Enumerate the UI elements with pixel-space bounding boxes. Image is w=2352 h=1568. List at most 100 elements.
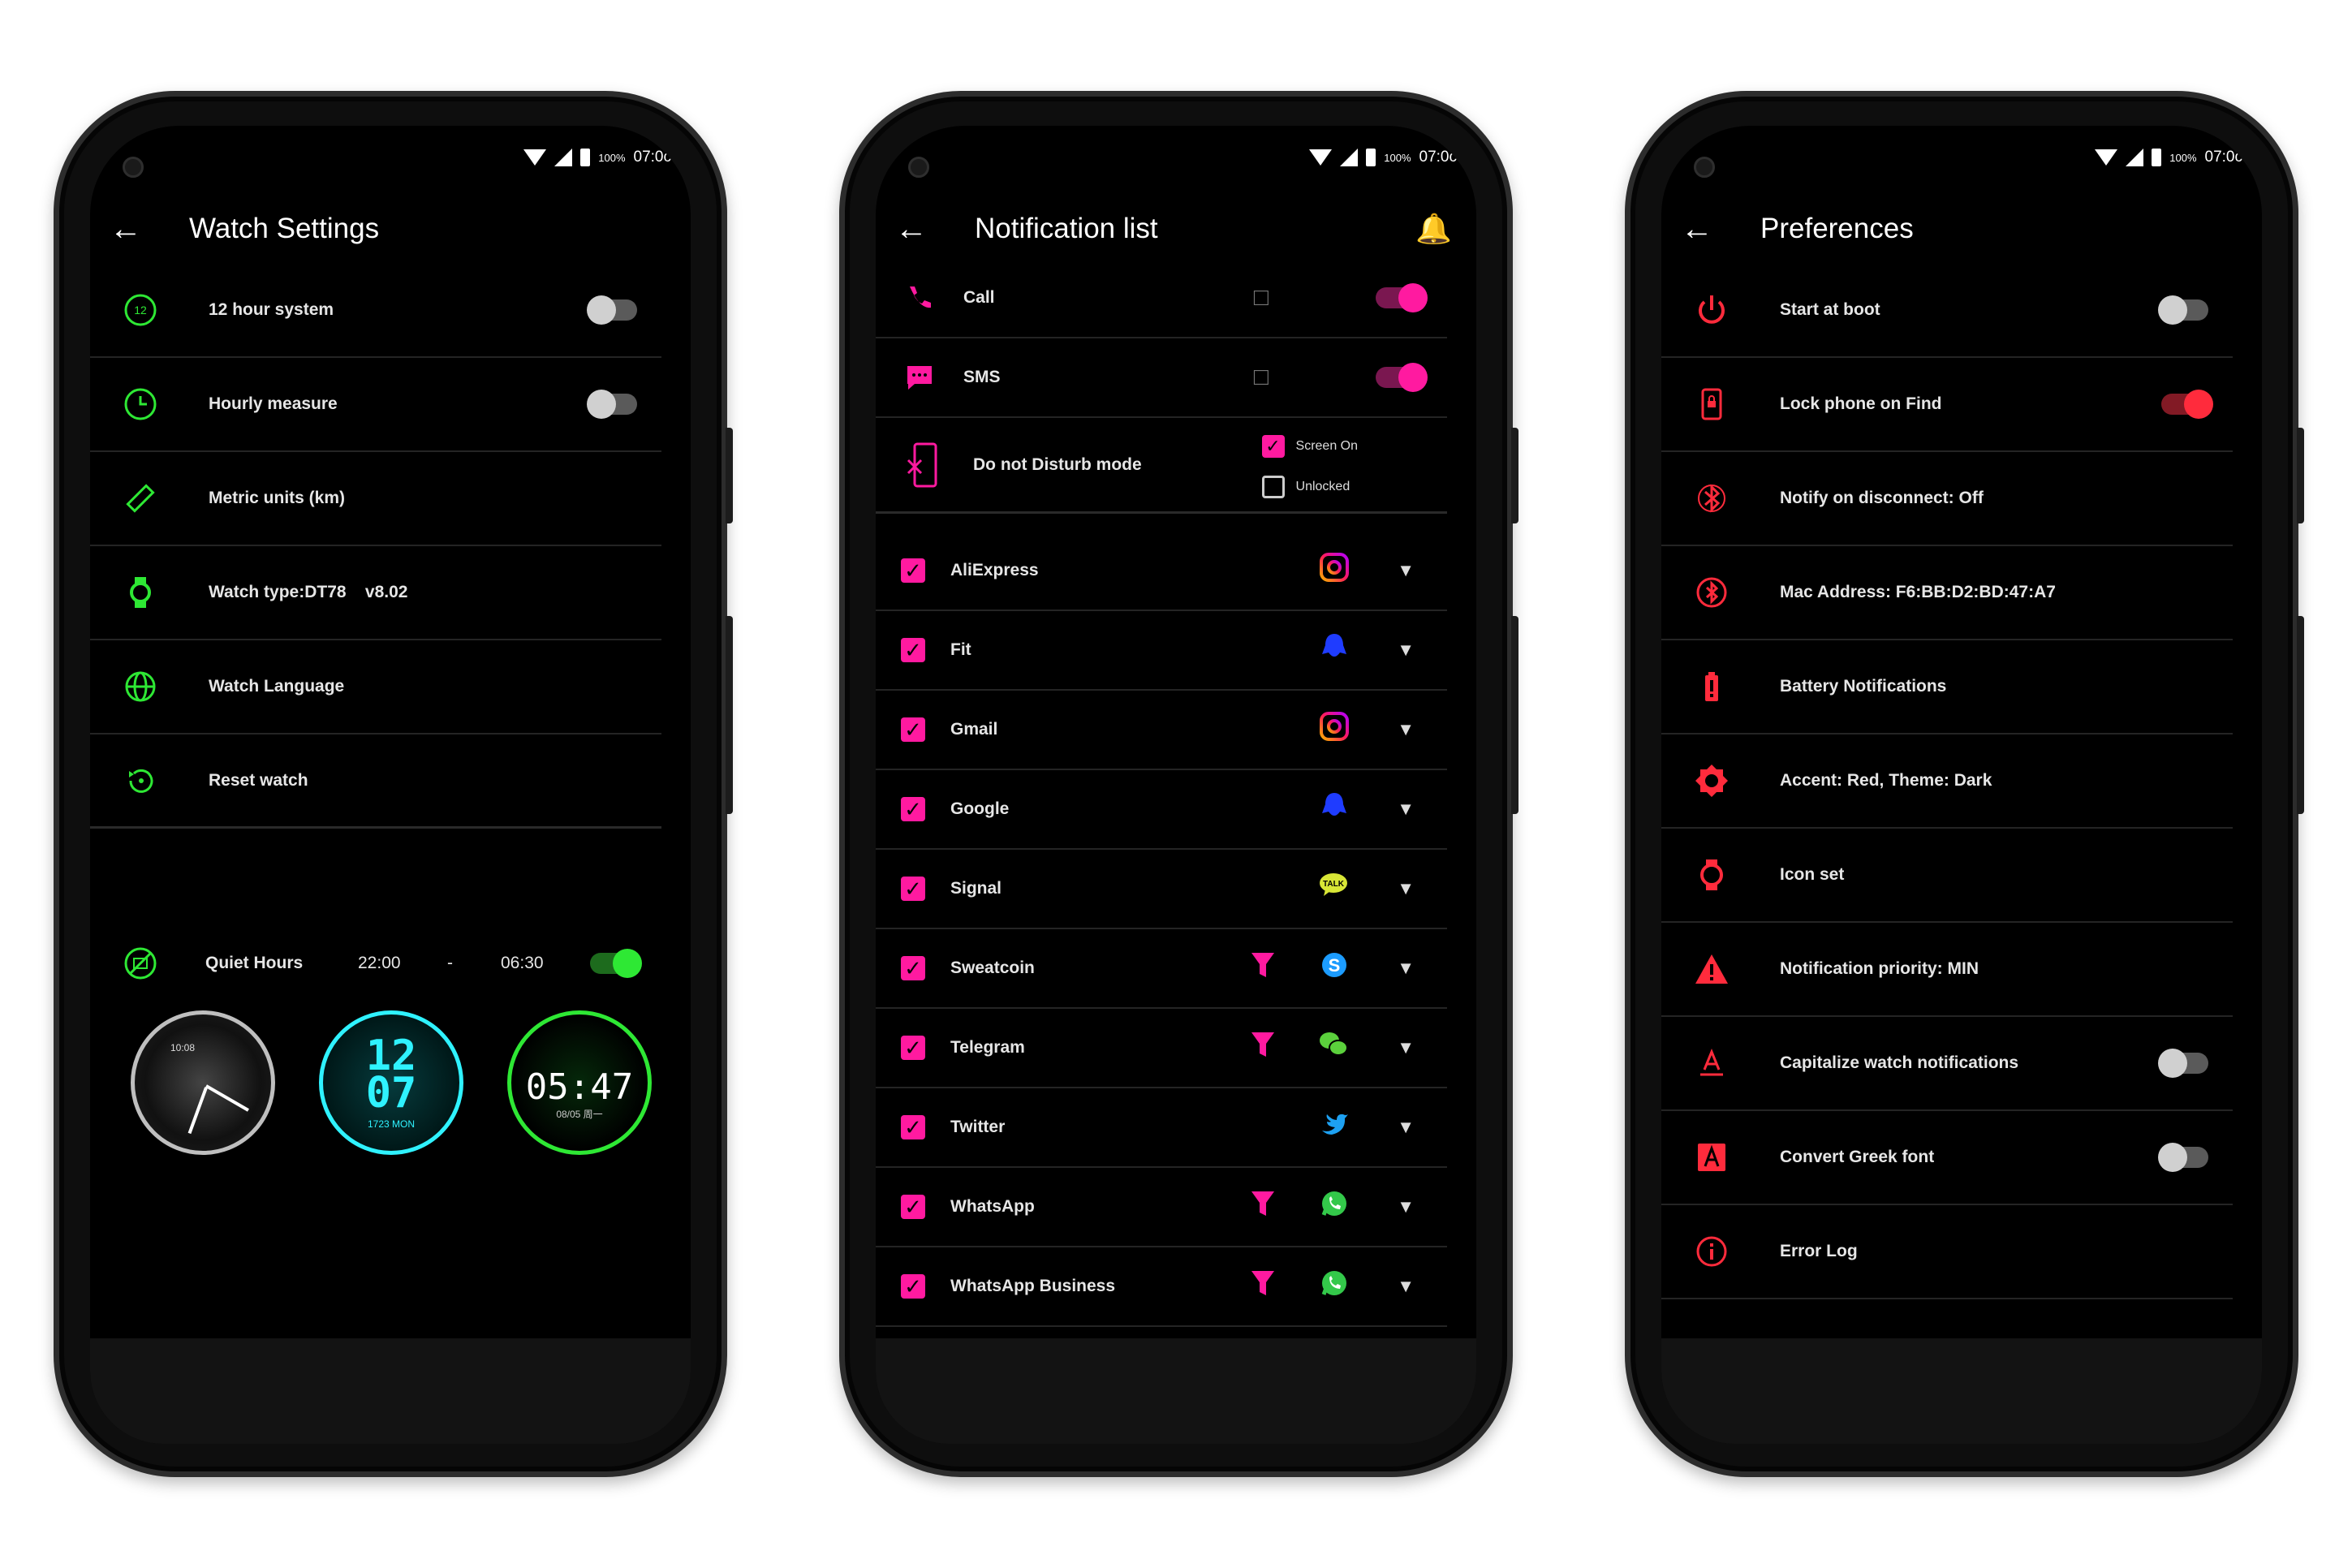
whatsapp-icon[interactable]	[1319, 1268, 1350, 1306]
call-row[interactable]: Call □	[876, 259, 1447, 338]
quiet-hours-toggle[interactable]	[590, 949, 642, 978]
preference-row[interactable]: Notification priority: MIN	[1661, 923, 2233, 1017]
preference-toggle[interactable]	[2158, 1143, 2208, 1172]
app-row[interactable]: ✓ WhatsApp ▼	[876, 1168, 1447, 1247]
app-row[interactable]: ✓ WhatsApp Business ▼	[876, 1247, 1447, 1327]
signal-icon	[1340, 149, 1359, 166]
app-row[interactable]: ✓ Signal TALK ▼	[876, 850, 1447, 929]
setting-reset-watch[interactable]: Reset watch	[90, 734, 661, 829]
setting-hourly-measure[interactable]: Hourly measure	[90, 358, 661, 452]
chevron-down-icon[interactable]: ▼	[1397, 1117, 1415, 1138]
chevron-down-icon[interactable]: ▼	[1397, 878, 1415, 899]
watch-face-analog[interactable]: 10:08	[131, 1010, 275, 1155]
whatsapp-icon[interactable]	[1319, 1188, 1350, 1226]
app-row[interactable]: ✓ Gmail ▼	[876, 691, 1447, 770]
ghost-icon[interactable]	[1319, 790, 1350, 829]
phone-off-icon[interactable]: □	[1254, 364, 1269, 391]
dnd-unlocked-option[interactable]: Unlocked	[1261, 467, 1358, 507]
preference-row[interactable]: Battery Notifications	[1661, 640, 2233, 734]
back-arrow-icon[interactable]: ←	[879, 211, 944, 248]
wechat-icon[interactable]	[1317, 1029, 1350, 1067]
chevron-down-icon[interactable]: ▼	[1397, 560, 1415, 581]
app-bar: ← Preferences	[1661, 199, 2262, 259]
filter-icon[interactable]	[1251, 1190, 1275, 1225]
preference-toggle[interactable]	[2158, 1049, 2208, 1078]
filter-icon[interactable]	[1251, 1269, 1275, 1304]
app-row[interactable]: ✓ Telegram ▼	[876, 1009, 1447, 1088]
preference-row[interactable]: Capitalize watch notifications	[1661, 1017, 2233, 1111]
dnd-label: Do not Disturb mode	[973, 454, 1142, 474]
preference-row[interactable]: Accent: Red, Theme: Dark	[1661, 734, 2233, 829]
checkbox-checked[interactable]: ✓	[901, 1274, 925, 1299]
12-hour-toggle[interactable]	[587, 295, 637, 325]
preference-row[interactable]: Start at boot	[1661, 264, 2233, 358]
twitter-icon[interactable]	[1319, 1109, 1350, 1147]
app-row[interactable]: ✓ Twitter ▼	[876, 1088, 1447, 1168]
quiet-hours-row[interactable]: Quiet Hours 22:00 - 06:30	[90, 931, 661, 996]
checkbox-checked[interactable]: ✓	[901, 638, 925, 662]
battery-percent: 100%	[598, 151, 626, 164]
watch-face-digital-cyan[interactable]: 12 07 1723 MON	[319, 1010, 463, 1155]
chevron-down-icon[interactable]: ▼	[1397, 958, 1415, 979]
signal-icon	[2126, 149, 2144, 166]
chevron-down-icon[interactable]: ▼	[1397, 1037, 1415, 1058]
preference-row[interactable]: Convert Greek font	[1661, 1111, 2233, 1205]
setting-watch-language[interactable]: Watch Language	[90, 640, 661, 734]
chevron-down-icon[interactable]: ▼	[1397, 719, 1415, 740]
setting-watch-type[interactable]: Watch type:DT78 v8.02	[90, 546, 661, 640]
preference-row[interactable]: Lock phone on Find	[1661, 358, 2233, 452]
volume-button	[726, 428, 733, 523]
filter-icon[interactable]	[1251, 1031, 1275, 1066]
dnd-row[interactable]: Do not Disturb mode ✓ Screen On Unlocked	[876, 418, 1447, 514]
sms-row[interactable]: SMS □	[876, 338, 1447, 418]
preferences-list: Start at boot Lock phone on Find Notify on…	[1661, 264, 2262, 1394]
bell-icon[interactable]: 🔔	[1415, 212, 1452, 246]
checkbox-checked[interactable]: ✓	[901, 558, 925, 583]
app-row[interactable]: ✓ Fit ▼	[876, 611, 1447, 691]
phone-off-icon[interactable]: □	[1254, 284, 1269, 312]
checkbox-checked[interactable]: ✓	[901, 1036, 925, 1060]
preference-row[interactable]: Icon set	[1661, 829, 2233, 923]
chevron-down-icon[interactable]: ▼	[1397, 799, 1415, 820]
watch-face-digital-green[interactable]: 05:47 08/05 周一	[507, 1010, 652, 1155]
app-checkbox-wrap: ✓	[876, 558, 950, 583]
back-arrow-icon[interactable]: ←	[93, 211, 158, 248]
checkbox-checked[interactable]: ✓	[901, 717, 925, 742]
chevron-down-icon[interactable]: ▼	[1397, 1276, 1415, 1297]
chevron-down-icon[interactable]: ▼	[1397, 640, 1415, 661]
sms-toggle[interactable]	[1376, 363, 1428, 392]
call-toggle[interactable]	[1376, 283, 1428, 312]
globe-icon	[90, 669, 191, 704]
ghost-icon[interactable]	[1319, 631, 1350, 670]
filter-icon[interactable]	[1251, 951, 1275, 986]
checkbox-unchecked[interactable]	[1261, 476, 1285, 498]
checkbox-checked[interactable]: ✓	[901, 877, 925, 901]
instagram-icon[interactable]	[1319, 552, 1350, 590]
back-arrow-icon[interactable]: ←	[1665, 211, 1730, 248]
app-row[interactable]: ✓ AliExpress ▼	[876, 532, 1447, 611]
preference-toggle[interactable]	[2158, 295, 2208, 325]
preference-toggle[interactable]	[2161, 390, 2213, 419]
checkbox-checked[interactable]: ✓	[901, 956, 925, 980]
preference-row[interactable]: Notify on disconnect: Off	[1661, 452, 2233, 546]
checkbox-checked[interactable]: ✓	[901, 797, 925, 821]
setting-12-hour[interactable]: 12 12 hour system	[90, 264, 661, 358]
instagram-icon[interactable]	[1319, 711, 1350, 749]
app-row[interactable]: ✓ Sweatcoin S ▼	[876, 929, 1447, 1009]
app-bar: ← Notification list 🔔	[876, 199, 1476, 259]
hourly-measure-toggle[interactable]	[587, 390, 637, 419]
checkbox-checked[interactable]: ✓	[1261, 435, 1285, 458]
talk-icon[interactable]: TALK	[1317, 870, 1350, 908]
app-row[interactable]: ✓ Google ▼	[876, 770, 1447, 850]
skype-icon[interactable]: S	[1319, 950, 1350, 988]
quiet-end-time[interactable]: 06:30	[501, 954, 544, 973]
preference-row[interactable]: Error Log	[1661, 1205, 2233, 1299]
chevron-down-icon[interactable]: ▼	[1397, 1196, 1415, 1217]
dnd-screen-on-option[interactable]: ✓ Screen On	[1261, 426, 1358, 467]
setting-metric-units[interactable]: Metric units (km)	[90, 452, 661, 546]
checkbox-checked[interactable]: ✓	[901, 1195, 925, 1219]
hour-hand	[187, 1087, 208, 1135]
quiet-start-time[interactable]: 22:00	[358, 954, 447, 973]
preference-row[interactable]: Mac Address: F6:BB:D2:BD:47:A7	[1661, 546, 2233, 640]
checkbox-checked[interactable]: ✓	[901, 1115, 925, 1139]
